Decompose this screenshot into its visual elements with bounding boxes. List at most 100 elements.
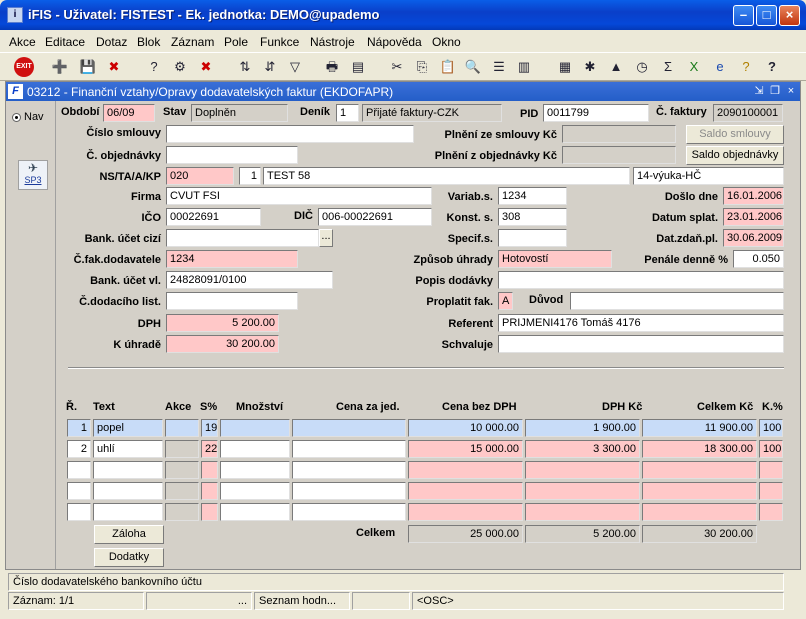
popis-dodavky-field[interactable]	[498, 271, 784, 289]
cell-celkem[interactable]: 11 900.00	[642, 419, 757, 437]
dodatky-button[interactable]: Dodatky	[94, 548, 164, 567]
clock-icon[interactable]: ◷	[632, 57, 652, 77]
cell-cena-za-jed[interactable]	[292, 461, 406, 479]
cell-sazba[interactable]	[201, 503, 218, 521]
referent-field[interactable]: PRIJMENI4176 Tomáš 4176	[498, 314, 784, 332]
print-icon[interactable]: 🖶	[322, 57, 342, 77]
a-field[interactable]: TEST 58	[263, 167, 630, 185]
menu-editace[interactable]: Editace	[45, 35, 85, 49]
cell-cena-za-jed[interactable]	[292, 440, 406, 458]
dph-field[interactable]: 5 200.00	[166, 314, 279, 332]
menu-dotaz[interactable]: Dotaz	[96, 35, 127, 49]
cell-celkem[interactable]: 18 300.00	[642, 440, 757, 458]
bank-ucet-cizi-field[interactable]	[166, 229, 319, 247]
close-button[interactable]: ×	[779, 5, 800, 26]
variabilni-symbol-field[interactable]: 1234	[498, 187, 567, 205]
cell-cena-za-jed[interactable]	[292, 503, 406, 521]
denik-number-field[interactable]: 1	[336, 104, 359, 122]
query-enter-icon[interactable]: ?	[144, 57, 164, 77]
menu-nastroje[interactable]: Nástroje	[310, 35, 355, 49]
cell-radek[interactable]	[67, 482, 91, 500]
sort-asc-icon[interactable]: ⇅	[235, 57, 255, 77]
cell-dph[interactable]	[525, 482, 640, 500]
copy-icon[interactable]: ⎘	[412, 57, 432, 77]
calculator-icon[interactable]: ▦	[555, 57, 575, 77]
help-topic-icon[interactable]: ?	[736, 57, 756, 77]
cell-dph[interactable]: 1 900.00	[525, 419, 640, 437]
cell-dph[interactable]	[525, 503, 640, 521]
menu-okno[interactable]: Okno	[432, 35, 461, 49]
cell-celkem[interactable]	[642, 461, 757, 479]
stav-field[interactable]: Doplněn	[191, 104, 288, 122]
dic-field[interactable]: 006-00022691	[318, 208, 432, 226]
sp3-button[interactable]: ✈ SP3	[18, 160, 48, 190]
cell-cena-bez-dph[interactable]: 15 000.00	[408, 440, 523, 458]
paste-icon[interactable]: 📋	[438, 57, 458, 77]
filter-icon[interactable]: ▽	[285, 57, 305, 77]
cell-dph[interactable]: 3 300.00	[525, 440, 640, 458]
saldo-smlouvy-button[interactable]: Saldo smlouvy	[686, 125, 784, 144]
denik-name-field[interactable]: Přijaté faktury-CZK	[362, 104, 502, 122]
cell-mnozstvi[interactable]	[220, 461, 290, 479]
cell-radek[interactable]	[67, 461, 91, 479]
list-icon[interactable]: ☰	[489, 57, 509, 77]
cell-celkem[interactable]	[642, 503, 757, 521]
proplatit-fakturu-field[interactable]: A	[498, 292, 513, 310]
konstantni-symbol-field[interactable]: 308	[498, 208, 567, 226]
bank-ucet-vlastni-field[interactable]: 24828091/0100	[166, 271, 333, 289]
cut-icon[interactable]: ✂	[387, 57, 407, 77]
sort-desc-icon[interactable]: ⇵	[260, 57, 280, 77]
cell-akce[interactable]	[165, 419, 199, 437]
cislo-faktury-dodavatele-field[interactable]: 1234	[166, 250, 298, 268]
cell-radek[interactable]: 1	[67, 419, 91, 437]
cell-koef[interactable]	[759, 482, 783, 500]
cell-mnozstvi[interactable]	[220, 440, 290, 458]
cislo-dodaciho-listu-field[interactable]	[166, 292, 298, 310]
menu-pole[interactable]: Pole	[224, 35, 248, 49]
form-restore-icon[interactable]: ❐	[768, 84, 782, 98]
duvod-field[interactable]	[570, 292, 784, 310]
cell-text[interactable]: popel	[93, 419, 163, 437]
cell-mnozstvi[interactable]	[220, 419, 290, 437]
plneni-objednavky-field[interactable]	[562, 146, 676, 164]
menu-akce[interactable]: Akce	[9, 35, 36, 49]
datum-splatnosti-field[interactable]: 23.01.2006	[723, 208, 784, 226]
print-preview-icon[interactable]: ▤	[348, 57, 368, 77]
help-icon[interactable]: ?	[762, 57, 782, 77]
cell-mnozstvi[interactable]	[220, 482, 290, 500]
settings-icon[interactable]: ✱	[580, 57, 600, 77]
cell-koef[interactable]	[759, 461, 783, 479]
cell-radek[interactable]: 2	[67, 440, 91, 458]
navigate-icon[interactable]: ▲	[606, 57, 626, 77]
cell-cena-bez-dph[interactable]: 10 000.00	[408, 419, 523, 437]
ns-field[interactable]: 020	[166, 167, 234, 185]
cell-sazba[interactable]: 22	[201, 440, 218, 458]
cislo-objednavky-field[interactable]	[166, 146, 298, 164]
cell-cena-bez-dph[interactable]	[408, 461, 523, 479]
schvaluje-field[interactable]	[498, 335, 784, 353]
cell-text[interactable]	[93, 461, 163, 479]
penale-field[interactable]: 0.050	[733, 250, 784, 268]
nav-radio[interactable]	[12, 113, 21, 122]
cell-akce[interactable]	[165, 482, 199, 500]
maximize-button[interactable]: □	[756, 5, 777, 26]
cell-text[interactable]	[93, 482, 163, 500]
find-icon[interactable]: 🔍	[463, 57, 483, 77]
columns-icon[interactable]: ▥	[514, 57, 534, 77]
plneni-smlouvy-field[interactable]	[562, 125, 676, 143]
cell-sazba[interactable]: 19	[201, 419, 218, 437]
query-execute-icon[interactable]: ⚙	[170, 57, 190, 77]
lov-button[interactable]: ...	[319, 229, 333, 247]
menu-zaznam[interactable]: Záznam	[171, 35, 214, 49]
kp-field[interactable]: 14-výuka-HČ	[633, 167, 784, 185]
cell-cena-za-jed[interactable]	[292, 419, 406, 437]
cell-text[interactable]: uhlí	[93, 440, 163, 458]
cell-koef[interactable]	[759, 503, 783, 521]
cell-koef[interactable]: 100	[759, 440, 783, 458]
cell-sazba[interactable]	[201, 461, 218, 479]
cell-dph[interactable]	[525, 461, 640, 479]
form-minimize-icon[interactable]: ⇲	[752, 84, 766, 98]
doslo-dne-field[interactable]: 16.01.2006	[723, 187, 784, 205]
cislo-smlouvy-field[interactable]	[166, 125, 414, 143]
menu-funkce[interactable]: Funkce	[260, 35, 299, 49]
